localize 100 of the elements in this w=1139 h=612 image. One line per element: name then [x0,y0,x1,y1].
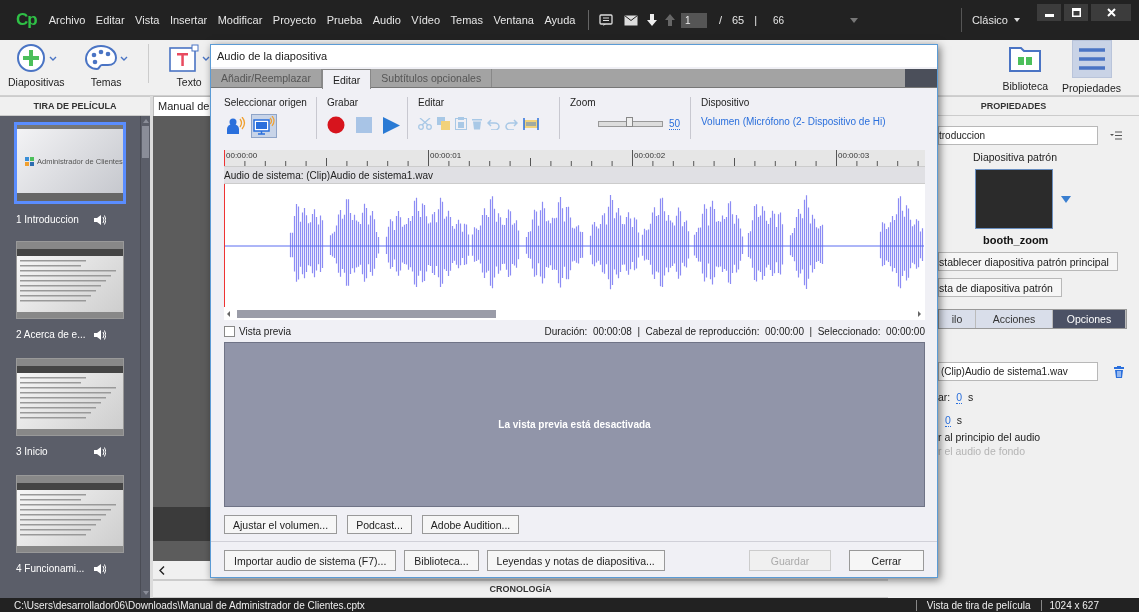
menu-item[interactable]: Archivo [48,14,86,26]
view-mode: Vista de tira de película [915,599,1041,611]
group-label: Grabar [327,97,360,108]
slide-number-field[interactable]: 1 [680,12,707,28]
panel-toggle-button[interactable]: Propiedades [1062,40,1121,95]
ruler-label: 00:00:03 [838,151,870,160]
arrow-up-icon[interactable] [664,14,675,26]
play-icon[interactable] [383,116,400,134]
master-slide-name: booth_zoom [983,234,1050,246]
file-path: C:\Users\desarrollador06\Downloads\Manual de Administrador de Clientes.cptx [13,599,366,611]
group-label: Zoom [570,97,597,108]
slide-thumbnail[interactable] [16,475,124,553]
ruler-label: 00:00:02 [634,151,666,160]
footer-button[interactable]: Importar audio de sistema (F7)... [224,550,397,571]
arrow-down-icon[interactable] [646,14,657,26]
audio-file-field[interactable]: (Clip)Audio de sistema1.wav [938,362,1098,381]
properties-tab[interactable]: Acciones [976,310,1053,328]
workspace-switcher[interactable]: Clásico [960,8,1020,32]
master-view-button[interactable]: sta de diapositiva patrón [938,278,1062,297]
menu-item[interactable]: Ayuda [544,14,576,26]
speaker-icon [94,214,106,225]
menu-item[interactable]: Ventana [493,14,534,26]
maximize-button[interactable] [1064,4,1088,21]
separator-text: | [754,14,758,26]
minimize-button[interactable] [1037,4,1061,21]
scroll-down-icon[interactable] [142,591,149,595]
logo-icon [25,157,34,166]
zoom-value[interactable]: 50 [668,118,680,130]
option-label: r al principio del audio [938,430,1042,444]
panel-header: CRONOLOGÍA [153,580,888,598]
caret-icon [201,55,210,61]
source-option[interactable] [251,114,277,138]
time-value[interactable]: 0 [945,413,951,427]
toolbar-button[interactable]: Temas [84,40,128,95]
menu-item[interactable]: Editar [95,14,125,26]
audio-tool-button[interactable]: Adobe Audition... [421,515,520,534]
panel-header: TIRA DE PELÍCULA [0,96,150,116]
menu-item[interactable]: Proyecto [272,14,317,26]
maximize-icon [1071,8,1081,17]
time-value[interactable]: 0 [956,390,963,404]
comment-icon[interactable] [598,14,613,26]
slide-label: 2 Acerca de e... [16,329,86,340]
slash-text: / [718,14,722,26]
dropdown-caret-icon[interactable] [1061,195,1071,203]
slide-thumbnail[interactable] [16,241,124,319]
master-slide-thumbnail[interactable] [975,169,1053,229]
record-icon[interactable] [327,116,345,134]
audio-tool-button[interactable]: Ajustar el volumen... [224,515,338,534]
menu-item[interactable]: Vídeo [411,14,441,26]
toolbar-button[interactable]: Diapositivas [8,40,65,95]
scroll-up-icon[interactable] [142,119,149,123]
reset-master-button[interactable]: stablecer diapositiva patrón principal [938,252,1118,271]
speaker-icon [94,563,106,574]
menu-item[interactable]: Temas [450,14,483,26]
footer-button[interactable]: Leyendas y notas de diapositiva... [486,550,665,571]
menu-icon [1076,46,1107,72]
mail-icon[interactable] [623,14,638,26]
menu-item[interactable]: Prueba [326,14,363,26]
dialog-tab[interactable]: Editar [321,69,372,89]
slider-thumb[interactable] [626,117,634,127]
dropdown-caret-icon[interactable] [850,17,859,23]
caret-icon [48,55,57,61]
panel-toggle-button[interactable]: Biblioteca [1002,40,1049,95]
fit-selection-icon[interactable] [523,117,539,130]
duration-info: Duración: 00:00:08 | Cabezal de reproducción: 00:00:00 | Seleccionado: 00:00:00 [544,325,925,337]
group-label: Editar [418,97,446,108]
preview-checkbox[interactable] [224,325,235,337]
document-tab[interactable]: Manual de [153,96,213,116]
trash-icon[interactable] [1114,365,1124,378]
list-menu-icon[interactable] [1110,131,1122,140]
menu-item[interactable]: Audio [372,14,401,26]
toolbar-button[interactable]: Texto [168,40,210,95]
properties-tab[interactable]: ilo [939,310,976,328]
source-option[interactable] [224,115,248,137]
audio-tool-button[interactable]: Podcast... [347,515,412,534]
slide-thumbnail[interactable] [16,358,124,436]
zoom-value[interactable]: 66 [773,14,785,26]
close-button[interactable]: Cerrar [849,550,924,571]
field-label: ar: [938,391,951,403]
preview-message: La vista previa está desactivada [498,419,651,430]
scroll-left-icon[interactable] [159,565,165,575]
track-label: Audio de sistema: (Clip)Audio de sistema1.wav [224,167,925,183]
footer-button[interactable]: Biblioteca... [404,550,479,571]
monitor-source-icon [253,116,275,136]
slide-name-field[interactable]: troduccion [938,126,1098,145]
microphone-source-icon [226,117,246,135]
speaker-icon [94,446,106,457]
device-link[interactable]: Volumen (Micrófono (2- Dispositivo de Hi) [701,116,886,127]
palette-icon [84,44,117,72]
stage-size: 1024 x 627 [1040,599,1139,611]
scrollbar-thumb[interactable] [142,126,149,158]
properties-tab[interactable]: Opciones [1052,310,1126,328]
slide-label: 3 Inicio [16,446,48,457]
app-logo: Cp [16,10,37,30]
menu-item[interactable]: Modificar [217,14,263,26]
menu-item[interactable]: Vista [135,14,160,26]
menu-item[interactable]: Insertar [169,14,208,26]
slide-count: 65 [731,14,745,26]
ruler-label: 00:00:00 [226,151,258,160]
close-button[interactable] [1091,4,1131,21]
